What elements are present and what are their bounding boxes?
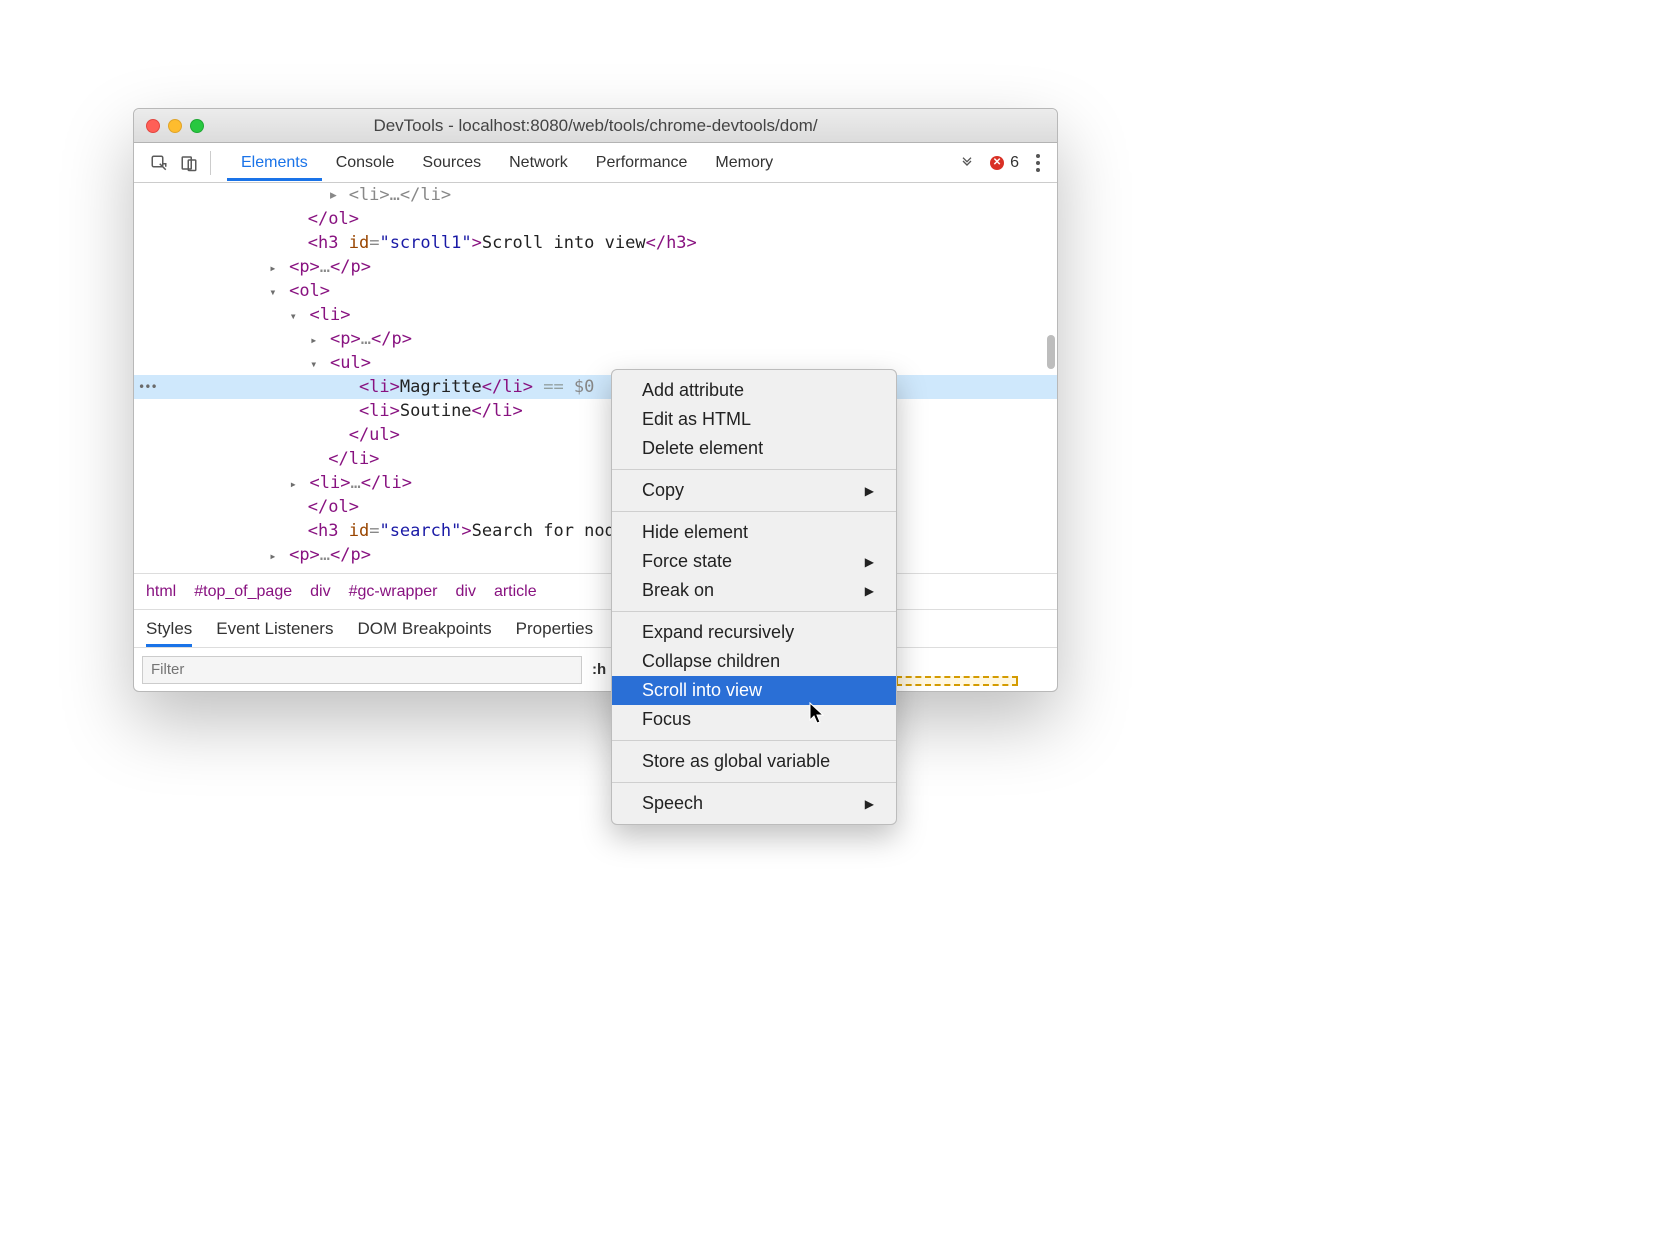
context-menu-hide-element[interactable]: Hide element — [612, 518, 896, 547]
context-menu: Add attribute Edit as HTML Delete element C… — [611, 369, 897, 825]
context-menu-add-attribute[interactable]: Add attribute — [612, 376, 896, 405]
styles-filter-input[interactable] — [142, 656, 582, 684]
context-menu-label: Delete element — [642, 438, 763, 459]
submenu-arrow-icon: ▶ — [865, 584, 874, 598]
context-menu-speech[interactable]: Speech ▶ — [612, 789, 896, 818]
dom-line[interactable]: ▾ <li> — [134, 303, 1057, 327]
breadcrumb-item[interactable]: html — [146, 583, 176, 601]
context-menu-separator — [612, 469, 896, 470]
scrollbar-thumb[interactable] — [1047, 335, 1055, 369]
inspect-element-icon[interactable] — [144, 148, 174, 178]
submenu-arrow-icon: ▶ — [865, 555, 874, 569]
breadcrumb-item[interactable]: div — [310, 583, 330, 601]
context-menu-separator — [612, 782, 896, 783]
context-menu-label: Force state — [642, 551, 732, 572]
context-menu-label: Edit as HTML — [642, 409, 751, 430]
tab-memory[interactable]: Memory — [701, 144, 787, 181]
context-menu-force-state[interactable]: Force state ▶ — [612, 547, 896, 576]
cursor-icon — [808, 702, 826, 726]
dom-line[interactable]: <h3 id="search">Search for node — [134, 519, 1057, 543]
subtab-event-listeners[interactable]: Event Listeners — [216, 619, 333, 647]
dom-line[interactable]: ▸ <p>…</p> — [134, 543, 1057, 567]
breadcrumb-item[interactable]: #gc-wrapper — [349, 583, 438, 601]
breadcrumb: html #top_of_page div #gc-wrapper div article — [134, 573, 1057, 609]
error-count-value: 6 — [1010, 154, 1019, 172]
tab-performance[interactable]: Performance — [582, 144, 702, 181]
submenu-arrow-icon: ▶ — [865, 484, 874, 498]
subtab-dom-breakpoints[interactable]: DOM Breakpoints — [357, 619, 491, 647]
tab-sources[interactable]: Sources — [408, 144, 495, 181]
context-menu-break-on[interactable]: Break on ▶ — [612, 576, 896, 605]
breadcrumb-item[interactable]: div — [456, 583, 476, 601]
error-count[interactable]: ✕ 6 — [990, 154, 1019, 172]
settings-kebab-icon[interactable] — [1029, 154, 1047, 172]
error-icon: ✕ — [990, 156, 1004, 170]
dom-line[interactable]: </ol> — [134, 495, 1057, 519]
dom-line[interactable]: ▾ <ul> — [134, 351, 1057, 375]
subtab-styles[interactable]: Styles — [146, 619, 192, 647]
dom-line[interactable]: </li> — [134, 447, 1057, 471]
dom-line[interactable]: ▸ <li>…</li> — [134, 471, 1057, 495]
context-menu-edit-as-html[interactable]: Edit as HTML — [612, 405, 896, 434]
toolbar: ElementsConsoleSourcesNetworkPerformance… — [134, 143, 1057, 183]
tab-console[interactable]: Console — [322, 144, 409, 181]
window-title: DevTools - localhost:8080/web/tools/chro… — [134, 116, 1057, 136]
minimize-window-button[interactable] — [168, 119, 182, 133]
device-toggle-icon[interactable] — [174, 148, 204, 178]
context-menu-label: Expand recursively — [642, 622, 794, 643]
breadcrumb-item[interactable]: article — [494, 583, 537, 601]
toggle-hover-button[interactable]: :h — [592, 661, 606, 678]
panel-tabs: ElementsConsoleSourcesNetworkPerformance… — [227, 144, 954, 181]
context-menu-label: Break on — [642, 580, 714, 601]
dom-line[interactable]: ▾ <ol> — [134, 279, 1057, 303]
close-window-button[interactable] — [146, 119, 160, 133]
zoom-window-button[interactable] — [190, 119, 204, 133]
dom-line[interactable]: ▸ <p>…</p> — [134, 327, 1057, 351]
context-menu-separator — [612, 511, 896, 512]
margin-overlay — [896, 676, 1018, 686]
dom-line[interactable]: <li>Soutine</li> — [134, 399, 1057, 423]
titlebar: DevTools - localhost:8080/web/tools/chro… — [134, 109, 1057, 143]
separator — [210, 151, 211, 175]
context-menu-copy[interactable]: Copy ▶ — [612, 476, 896, 505]
submenu-arrow-icon: ▶ — [865, 797, 874, 811]
context-menu-label: Hide element — [642, 522, 748, 543]
context-menu-scroll-into-view[interactable]: Scroll into view — [612, 676, 896, 705]
dom-line[interactable]: ▸ <li>…</li> — [134, 183, 1057, 207]
tab-network[interactable]: Network — [495, 144, 582, 181]
context-menu-label: Add attribute — [642, 380, 744, 401]
styles-subtabs: Styles Event Listeners DOM Breakpoints Prop… — [134, 609, 1057, 647]
dom-line[interactable]: </ol> — [134, 207, 1057, 231]
dom-tree[interactable]: ▸ <li>…</li> </ol> <h3 id="scroll1">Scro… — [134, 183, 1057, 573]
dom-line[interactable]: <h3 id="scroll1">Scroll into view</h3> — [134, 231, 1057, 255]
traffic-lights — [146, 119, 204, 133]
context-menu-separator — [612, 740, 896, 741]
context-menu-expand-recursively[interactable]: Expand recursively — [612, 618, 896, 647]
dom-line[interactable]: ▸ <p>…</p> — [134, 255, 1057, 279]
context-menu-delete-element[interactable]: Delete element — [612, 434, 896, 463]
context-menu-label: Collapse children — [642, 651, 780, 672]
context-menu-label: Store as global variable — [642, 751, 830, 772]
more-tabs-chevron-icon[interactable] — [954, 150, 980, 176]
tab-elements[interactable]: Elements — [227, 144, 322, 181]
context-menu-separator — [612, 611, 896, 612]
context-menu-focus[interactable]: Focus — [612, 705, 896, 734]
context-menu-label: Speech — [642, 793, 703, 814]
dom-line[interactable]: </ul> — [134, 423, 1057, 447]
context-menu-store-as-global-variable[interactable]: Store as global variable — [612, 747, 896, 776]
context-menu-label: Scroll into view — [642, 680, 762, 701]
dom-line[interactable]: <li>Magritte</li> == $0 — [134, 375, 1057, 399]
subtab-properties[interactable]: Properties — [516, 619, 593, 647]
context-menu-label: Focus — [642, 709, 691, 730]
context-menu-collapse-children[interactable]: Collapse children — [612, 647, 896, 676]
breadcrumb-item[interactable]: #top_of_page — [194, 583, 292, 601]
context-menu-label: Copy — [642, 480, 684, 501]
devtools-window: DevTools - localhost:8080/web/tools/chro… — [133, 108, 1058, 692]
